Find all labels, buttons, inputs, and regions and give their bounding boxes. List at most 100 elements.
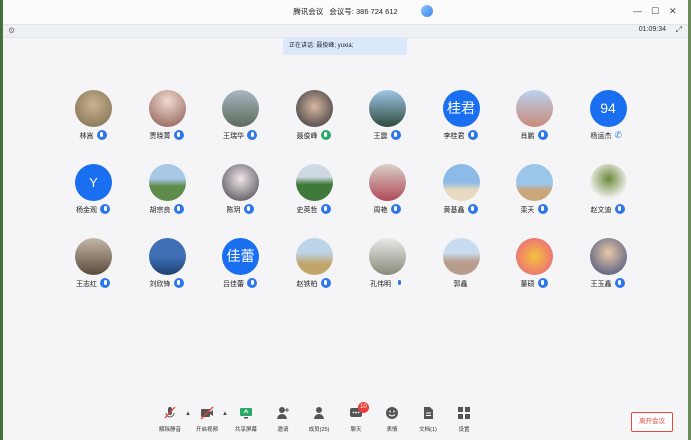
avatar: 94 [589,90,627,127]
grid-settings-icon [458,407,470,419]
window-title: 腾讯会议 会议号: 386 724 612 [3,6,688,17]
participant-tile[interactable]: 陈玥 [210,164,270,224]
participant-name: 赵铁柏 [296,281,318,288]
maximize-button[interactable]: ☐ [651,6,659,16]
participant-name: 杨金观 [76,207,97,214]
participant-tile[interactable]: 郭鑫 [431,238,491,298]
avatar [148,164,186,201]
microphone-icon [614,278,625,288]
participant-tile[interactable]: 赵铁柏 [284,238,344,298]
participant-name: 李桂君 [443,133,465,140]
participant-tile[interactable]: 董硕 [504,238,564,298]
participant-name: 陈玥 [226,207,241,214]
participant-name: 栾天 [520,207,535,214]
fullscreen-icon[interactable]: ⤢ [676,25,682,35]
participant-name: 刘欣锋 [149,281,171,288]
participant-name: 肖鹏 [520,133,535,140]
microphone-icon [320,130,331,140]
participant-name: 王志红 [76,281,97,288]
participant-tile[interactable]: 赵文迪 [578,164,638,224]
invite-label: 邀请 [277,427,289,433]
participant-tile[interactable]: 94 杨运杰 ✆ [578,90,638,150]
microphone-icon [537,130,548,140]
participant-name: 贾晓菁 [149,133,171,140]
document-icon [424,407,433,419]
video-button[interactable]: 开启视频 [187,405,227,433]
microphone-icon [100,204,110,214]
participant-tile[interactable]: 周艳 [357,164,417,224]
documents-button[interactable]: 文档(1) [408,405,448,433]
chat-button[interactable]: 10 聊天 [336,402,376,433]
participant-name: 孔伟明 [370,281,391,288]
reaction-button[interactable]: 表情 [372,405,412,433]
mic-muted-icon [164,406,176,419]
participant-name: 董硕 [520,281,535,288]
microphone-icon [390,130,401,140]
microphone-icon [320,204,331,214]
avatar [369,238,406,275]
microphone-icon [173,130,184,140]
avatar [295,238,333,275]
avatar: 佳蕾 [222,238,259,275]
participant-name: 黄基鑫 [443,207,465,214]
avatar [369,164,406,201]
members-button[interactable]: 成员(25) [299,405,339,433]
microphone-icon [320,278,331,288]
participant-tile[interactable]: 王震 [357,90,417,150]
participant-tile[interactable]: 王玉鑫 [578,238,638,298]
phone-icon: ✆ [614,130,623,140]
meeting-id-label: 会议号: [329,7,354,16]
microphone-icon [243,204,254,214]
invite-user-icon [277,407,289,419]
settings-gear-icon[interactable]: ⚙ [8,26,15,35]
participant-tile[interactable]: 孔伟明 [357,238,417,298]
participant-tile[interactable]: 刘欣锋 [137,238,197,298]
participant-tile[interactable]: 王瑞华 [210,90,270,150]
participant-name: 王震 [373,133,388,140]
participant-tile[interactable]: 贾晓菁 [137,90,197,150]
participant-tile[interactable]: 林嵩 [63,90,123,150]
participant-tile[interactable]: 黄基鑫 [431,164,491,224]
participant-tile[interactable]: 胡宗良 [137,164,197,224]
video-label: 开启视频 [195,427,218,433]
unmute-button[interactable]: 解除静音 [150,405,190,433]
settings-button[interactable]: 设置 [444,405,484,433]
participant-name: 郭鑫 [453,281,468,288]
microphone-icon [467,204,478,214]
leave-meeting-button[interactable]: 离开会议 [631,412,673,432]
status-bar: ⚙ 01:09:34 ⤢ [3,24,688,38]
participant-tile[interactable]: 史英哲 [284,164,344,224]
microphone-icon [394,278,404,288]
avatar [442,238,480,275]
microphone-icon [467,130,478,140]
participant-name: 王玉鑫 [590,281,612,288]
avatar [516,238,553,275]
microphone-icon [390,204,401,214]
invite-button[interactable]: 邀请 [263,405,303,433]
participant-tile[interactable]: 桂君 李桂君 [431,90,491,150]
avatar [516,90,553,127]
avatar [75,90,112,127]
avatar [369,90,406,127]
participant-tile[interactable]: 栾天 [504,164,564,224]
close-button[interactable]: ✕ [669,6,677,16]
title-bar: 腾讯会议 会议号: 386 724 612 — ☐ ✕ [3,0,688,24]
participant-tile[interactable]: Y 杨金观 [63,164,123,224]
participant-tile[interactable]: 王志红 [63,238,123,298]
emoji-icon [386,407,398,419]
microphone-icon [614,204,625,214]
avatar [295,164,333,201]
participant-name: 周艳 [373,207,388,214]
participant-tile[interactable]: 佳蕾 吕佳蕾 [210,238,270,298]
avatar [442,164,480,201]
share-screen-button[interactable]: 共享屏幕 [226,405,266,433]
microphone-icon [173,278,184,288]
avatar [589,164,627,201]
security-shield-icon[interactable] [421,5,433,17]
avatar [75,238,112,275]
minimize-button[interactable]: — [633,6,642,16]
participant-tile[interactable]: 聂俊峰 [284,90,344,150]
avatar [516,164,553,201]
microphone-icon [537,204,548,214]
participant-tile[interactable]: 肖鹏 [504,90,564,150]
